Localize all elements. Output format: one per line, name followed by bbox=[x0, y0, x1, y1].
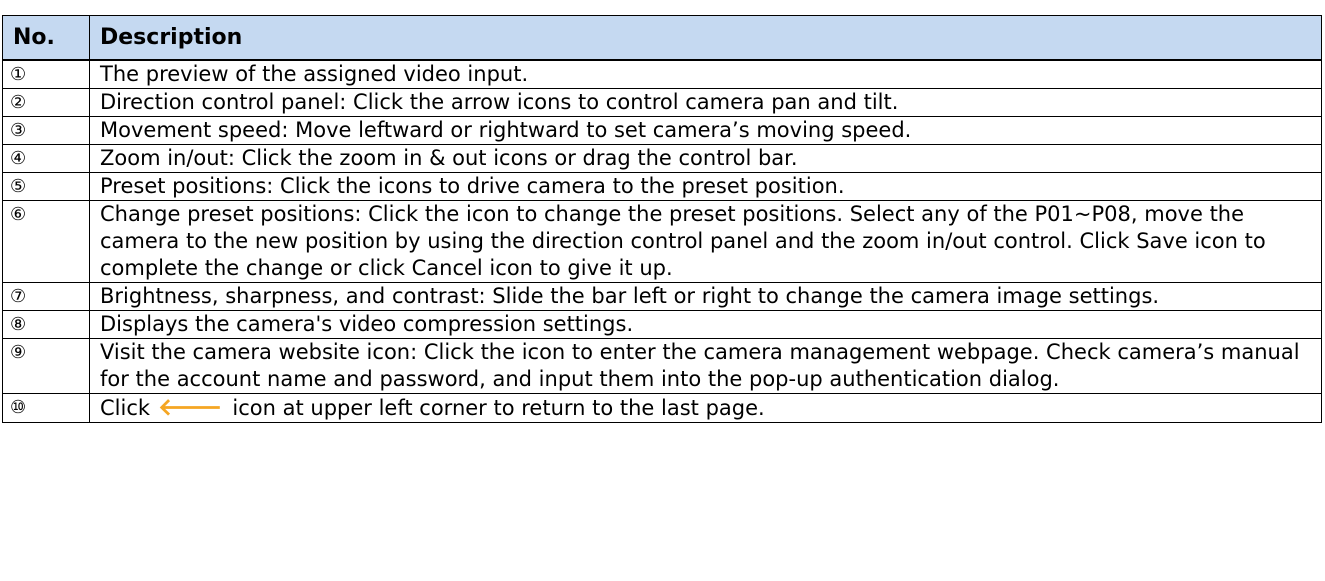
table-row: ③ Movement speed: Move leftward or right… bbox=[2, 116, 1322, 145]
table-row: ⑤ Preset positions: Click the icons to d… bbox=[2, 172, 1322, 201]
row-number: ⑤ bbox=[2, 172, 90, 201]
table-row: ⑦ Brightness, sharpness, and contrast: S… bbox=[2, 282, 1322, 311]
table-row: ① The preview of the assigned video inpu… bbox=[2, 59, 1322, 89]
table-row: ⑨ Visit the camera website icon: Click t… bbox=[2, 338, 1322, 394]
row-description-before: Click bbox=[100, 396, 151, 420]
row-description-after: icon at upper left corner to return to t… bbox=[232, 396, 765, 420]
left-arrow-icon: 🡐 bbox=[158, 393, 223, 421]
row-number: ⑥ bbox=[2, 200, 90, 283]
table-row: ⑥ Change preset positions: Click the ico… bbox=[2, 200, 1322, 283]
row-description: Change preset positions: Click the icon … bbox=[89, 200, 1322, 283]
row-description: Displays the camera's video compression … bbox=[89, 310, 1322, 339]
row-number: ⑦ bbox=[2, 282, 90, 311]
row-description: Movement speed: Move leftward or rightwa… bbox=[89, 116, 1322, 145]
table-row: ⑩ Click 🡐 icon at upper left corner to ret… bbox=[2, 393, 1322, 423]
row-number: ⑩ bbox=[2, 393, 90, 423]
row-description: Brightness, sharpness, and contrast: Sli… bbox=[89, 282, 1322, 311]
row-number: ② bbox=[2, 88, 90, 117]
table-row: ④ Zoom in/out: Click the zoom in & out i… bbox=[2, 144, 1322, 173]
row-description: Visit the camera website icon: Click the… bbox=[89, 338, 1322, 394]
header-no: No. bbox=[2, 15, 90, 61]
row-description: Zoom in/out: Click the zoom in & out ico… bbox=[89, 144, 1322, 173]
row-number: ⑨ bbox=[2, 338, 90, 394]
row-description: The preview of the assigned video input. bbox=[89, 59, 1322, 89]
row-number: ⑧ bbox=[2, 310, 90, 339]
row-description: Click 🡐 icon at upper left corner to retur… bbox=[89, 393, 1322, 423]
table-row: ② Direction control panel: Click the arr… bbox=[2, 88, 1322, 117]
header-description: Description bbox=[89, 15, 1322, 61]
row-number: ① bbox=[2, 59, 90, 89]
row-description: Direction control panel: Click the arrow… bbox=[89, 88, 1322, 117]
row-number: ③ bbox=[2, 116, 90, 145]
row-number: ④ bbox=[2, 144, 90, 173]
row-description: Preset positions: Click the icons to dri… bbox=[89, 172, 1322, 201]
description-table: No. Description ① The preview of the ass… bbox=[2, 15, 1322, 423]
table-header-row: No. Description bbox=[2, 15, 1322, 61]
table-row: ⑧ Displays the camera's video compressio… bbox=[2, 310, 1322, 339]
